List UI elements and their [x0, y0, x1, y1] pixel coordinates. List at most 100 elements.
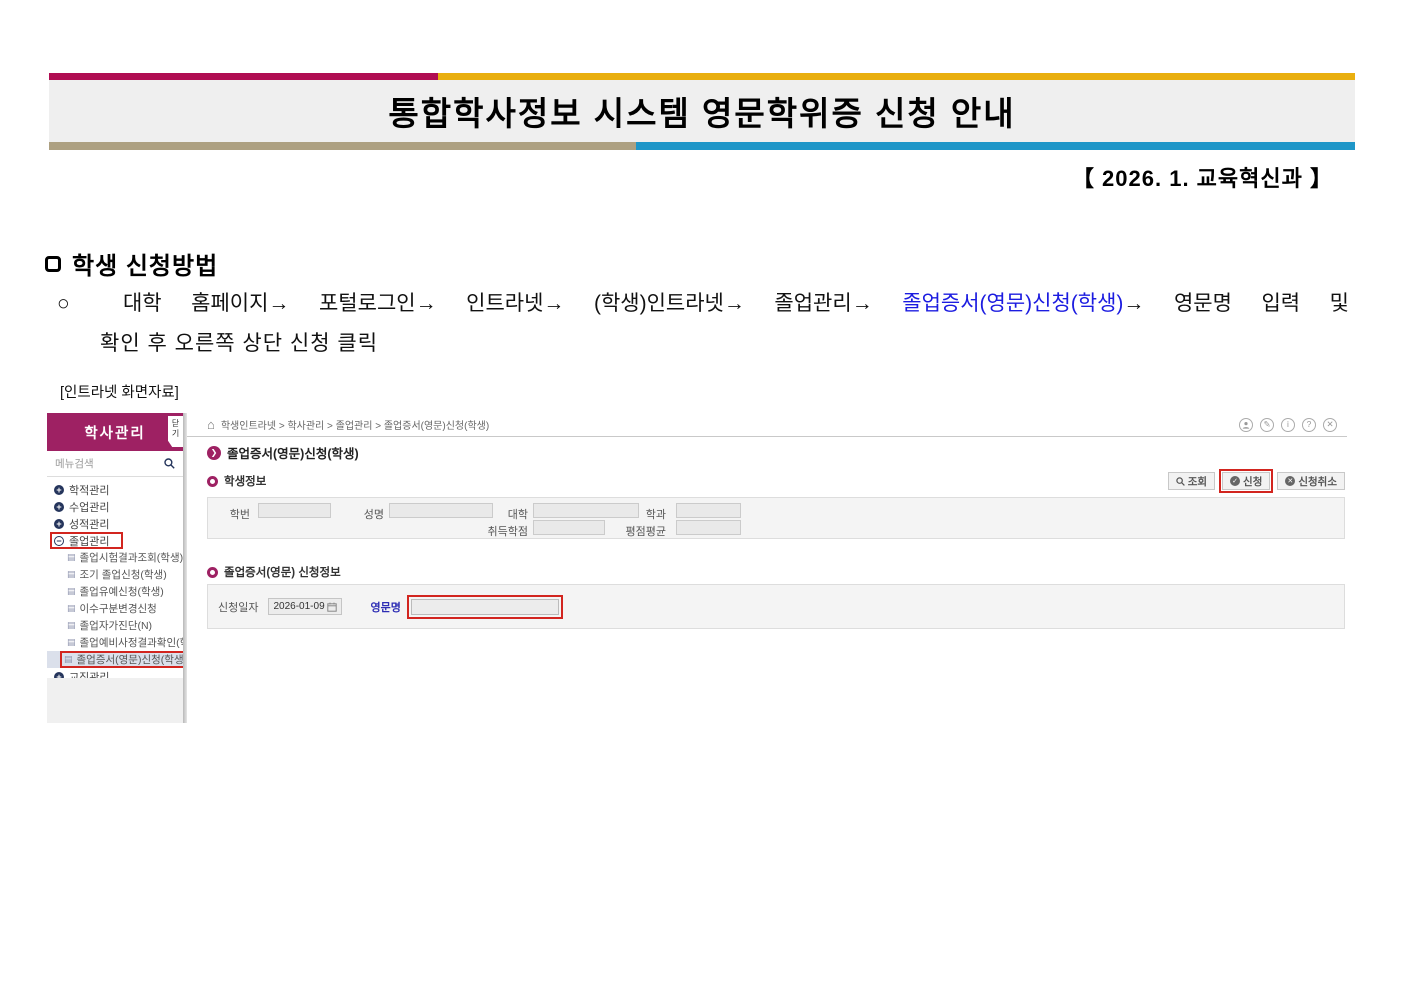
application-info-form: 신청일자 영문명 [207, 584, 1345, 629]
sidebar-item-label: 졸업자가진단(N) [80, 618, 153, 633]
english-name-input[interactable] [411, 599, 559, 615]
top-stripe [49, 73, 1355, 80]
name-input[interactable] [389, 503, 493, 518]
sidebar-item-course-mgmt[interactable]: + 수업관리 [47, 498, 183, 515]
college-label: 대학 [484, 506, 528, 522]
sidebar-item-label: 수업관리 [69, 499, 109, 515]
cancel-apply-button[interactable]: ✕ 신청취소 [1277, 472, 1345, 490]
home-icon[interactable]: ⌂ [207, 418, 215, 431]
sidebar-item-label: 졸업관리 [69, 533, 109, 549]
sidebar-item-label: 졸업예비사정결과확인(학생 [80, 635, 183, 650]
sidebar-item-grad-self-check[interactable]: ▤ 졸업자가진단(N) [47, 617, 183, 634]
search-icon[interactable] [164, 458, 175, 469]
sidebar-menu: + 학적관리 + 수업관리 + 성적관리 − 졸업관리 [47, 477, 183, 685]
sidebar-item-label: 졸업증서(영문)신청(학생) [77, 652, 183, 667]
screenshot-caption: [인트라넷 화면자료] [60, 381, 179, 402]
bottom-stripe-tan [49, 142, 636, 150]
ring-bullet-icon [207, 567, 218, 578]
close-icon[interactable]: ✕ [1323, 418, 1337, 432]
student-no-label: 학번 [208, 506, 250, 522]
plus-circle-icon: + [54, 502, 64, 512]
english-name-label: 영문명 [370, 599, 400, 615]
dept-input[interactable] [676, 503, 741, 518]
apply-button[interactable]: ✓ 신청 [1222, 472, 1270, 490]
document-icon: ▤ [67, 637, 76, 648]
breadcrumb: ⌂ 학생인트라넷 > 학사관리 > 졸업관리 > 졸업증서(영문)신청(학생) … [187, 413, 1347, 437]
apply-date-field[interactable] [268, 598, 342, 615]
check-icon: ✓ [1230, 476, 1240, 486]
gpa-label: 평점평균 [600, 523, 666, 539]
step-paragraph: ○ 대학 홈페이지→ 포털로그인→ 인트라넷→ (학생)인트라넷→ 졸업관리→ … [57, 288, 1349, 360]
credits-input[interactable] [533, 520, 605, 535]
sidebar-item-graduation-mgmt[interactable]: − 졸업관리 [47, 532, 183, 549]
search-button-label: 조회 [1188, 474, 1207, 489]
annotation-box-english-name [407, 595, 563, 619]
sidebar-item-grad-exam-result[interactable]: ▤ 졸업시험결과조회(학생) [47, 549, 183, 566]
sidebar-item-student-records[interactable]: + 학적관리 [47, 481, 183, 498]
sidebar-header: 학사관리 닫기 [47, 413, 183, 451]
title-band: 통합학사정보 시스템 영문학위증 신청 안내 [49, 80, 1355, 142]
student-info-header: 학생정보 조회 ✓ 신청 [187, 469, 1347, 493]
sidebar: 학사관리 닫기 메뉴검색 + 학적관리 + 수업관리 [47, 413, 183, 723]
apply-date-input[interactable] [273, 601, 327, 612]
top-stripe-gold [438, 73, 1355, 80]
annotation-box-apply: ✓ 신청 [1219, 469, 1273, 493]
cancel-button-label: 신청취소 [1298, 474, 1337, 489]
student-info-title: 학생정보 [224, 473, 266, 489]
gpa-input[interactable] [676, 520, 741, 535]
arrow-circle-icon: ❯ [207, 446, 221, 460]
minus-circle-icon: − [54, 536, 64, 546]
plus-circle-icon: + [54, 485, 64, 495]
sidebar-item-grad-pre-result[interactable]: ▤ 졸업예비사정결과확인(학생 [47, 634, 183, 651]
step-line-1: ○ 대학 홈페이지→ 포털로그인→ 인트라넷→ (학생)인트라넷→ 졸업관리→ … [57, 288, 1349, 321]
sidebar-close-tab[interactable]: 닫기 [168, 416, 183, 447]
search-icon [1176, 477, 1185, 486]
credits-label: 취득학점 [462, 523, 528, 539]
document-icon: ▤ [67, 569, 76, 580]
main-pane: ⌂ 학생인트라넷 > 학사관리 > 졸업관리 > 졸업증서(영문)신청(학생) … [187, 413, 1347, 723]
step-line-2: 확인 후 오른쪽 상단 신청 클릭 [57, 328, 1349, 361]
sidebar-item-grade-mgmt[interactable]: + 성적관리 [47, 515, 183, 532]
search-button[interactable]: 조회 [1168, 472, 1215, 490]
help-icon[interactable]: ? [1302, 418, 1316, 432]
section-heading: 학생 신청방법 [45, 246, 218, 281]
header-banner: 통합학사정보 시스템 영문학위증 신청 안내 [49, 73, 1355, 150]
bottom-stripe-blue [636, 142, 1355, 150]
menu-search-box[interactable]: 메뉴검색 [47, 451, 183, 477]
sidebar-item-completion-type-change[interactable]: ▤ 이수구분변경신청 [47, 600, 183, 617]
window-icons: ✎ i ? ✕ [1239, 418, 1337, 432]
page-title: 통합학사정보 시스템 영문학위증 신청 안내 [388, 87, 1015, 135]
sidebar-filler [47, 678, 183, 723]
plus-circle-icon: + [54, 519, 64, 529]
step-menu-link: 졸업증서(영문)신청(학생) [902, 292, 1123, 315]
application-info-header: 졸업증서(영문) 신청정보 [187, 564, 1347, 580]
section-gap [187, 539, 1347, 557]
circle-bullet-icon: ○ [57, 292, 93, 315]
sidebar-item-early-grad-apply[interactable]: ▤ 조기 졸업신청(학생) [47, 566, 183, 583]
name-label: 성명 [338, 506, 384, 522]
sidebar-item-label: 조기 졸업신청(학생) [80, 567, 167, 582]
document-icon: ▤ [64, 654, 73, 665]
document-icon: ▤ [67, 586, 76, 597]
notice-page: 통합학사정보 시스템 영문학위증 신청 안내 【 2026. 1. 교육혁신과 … [0, 0, 1403, 992]
sidebar-item-grad-deferment[interactable]: ▤ 졸업유예신청(학생) [47, 583, 183, 600]
user-icon[interactable] [1239, 418, 1253, 432]
action-buttons: 조회 ✓ 신청 ✕ 신청취소 [1168, 469, 1345, 493]
annotation-box-graduation: − 졸업관리 [50, 532, 123, 549]
sidebar-item-label: 졸업시험결과조회(학생) [80, 550, 183, 565]
breadcrumb-text: 학생인트라넷 > 학사관리 > 졸업관리 > 졸업증서(영문)신청(학생) [221, 417, 489, 432]
sidebar-item-label: 성적관리 [69, 516, 109, 532]
intranet-screenshot: 학사관리 닫기 메뉴검색 + 학적관리 + 수업관리 [47, 413, 1347, 723]
info-icon[interactable]: i [1281, 418, 1295, 432]
student-no-input[interactable] [258, 503, 331, 518]
document-icon: ▤ [67, 620, 76, 631]
edit-icon[interactable]: ✎ [1260, 418, 1274, 432]
sidebar-item-grad-cert-en-apply[interactable]: ▤ 졸업증서(영문)신청(학생) [47, 651, 183, 668]
x-circle-icon: ✕ [1285, 476, 1295, 486]
sidebar-title: 학사관리 [84, 422, 145, 443]
sidebar-item-label: 이수구분변경신청 [80, 601, 157, 616]
document-icon: ▤ [67, 552, 76, 563]
application-info-title: 졸업증서(영문) 신청정보 [224, 564, 341, 580]
screen-title: 졸업증서(영문)신청(학생) [227, 443, 359, 462]
calendar-icon[interactable] [327, 602, 337, 612]
